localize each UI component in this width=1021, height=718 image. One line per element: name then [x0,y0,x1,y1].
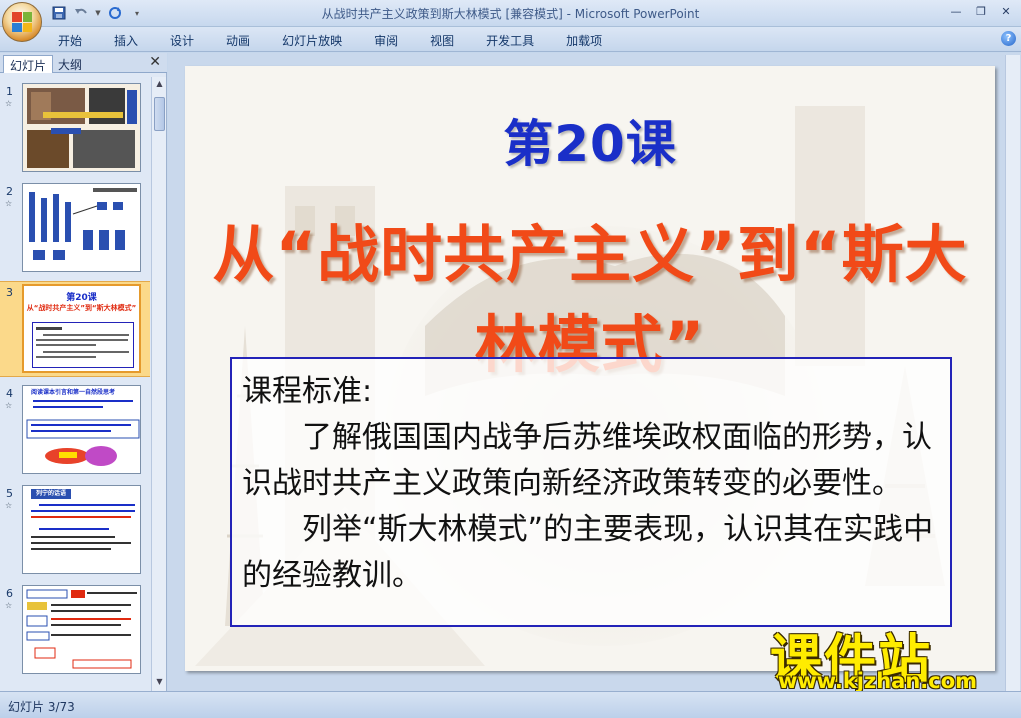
minimize-icon[interactable]: — [945,2,967,20]
slide-thumbnail-4[interactable]: 阅读课本引言和第一自然段思考 [22,385,141,474]
thumbnail-row[interactable]: 5 ☆ 列宁的话语 [0,483,150,579]
lesson-number[interactable]: 第20课 [185,104,995,176]
tab-developer[interactable]: 开发工具 [486,30,544,51]
thumbnail-row-selected[interactable]: 3 第20课 从“战时共产主义”到“斯大林模式” [0,281,150,377]
ribbon-tab-bar: 开始 插入 设计 动画 幻灯片放映 审阅 视图 开发工具 加载项 ? [0,27,1021,52]
thumbnail-row[interactable]: 2 ☆ [0,181,150,277]
standard-paragraph-1: 了解俄国国内战争后苏维埃政权面临的形势，认识战时共产主义政策向新经济政策转变的必… [242,420,932,501]
slide-number: 6 [6,587,13,600]
close-icon[interactable]: ✕ [995,2,1017,20]
slide-thumbnail-3[interactable]: 第20课 从“战时共产主义”到“斯大林模式” [22,284,141,373]
slides-panel: 幻灯片 大纲 ✕ 1 ☆ 2 ☆ 3 第20课 从“战时共产主义”到“斯大林模式… [0,53,167,691]
standard-heading: 课程标准: [242,374,373,409]
restore-icon[interactable]: ❐ [970,2,992,20]
slide-thumbnail-1[interactable] [22,83,141,172]
slide-editing-area: 第20课 从“战时共产主义”到“斯大林模式” 课程标准: 了解俄国国内战争后苏维… [168,53,1021,691]
tab-design[interactable]: 设计 [170,30,204,51]
tab-view[interactable]: 视图 [430,30,464,51]
scroll-up-icon[interactable]: ▲ [154,79,165,91]
slide-number: 1 [6,85,13,98]
tab-outline[interactable]: 大纲 [52,55,88,73]
animation-star-icon: ☆ [5,199,13,208]
status-bar: 幻灯片 3/73 [0,691,1021,718]
slide-number: 2 [6,185,13,198]
animation-star-icon: ☆ [5,601,13,610]
window-title: 从战时共产主义政策到斯大林模式 [兼容模式] - Microsoft Power… [321,7,700,21]
thumbnail-scrollbar[interactable]: ▲ ▼ [151,77,166,691]
animation-star-icon: ☆ [5,501,13,510]
tab-review[interactable]: 审阅 [374,30,408,51]
window-controls: — ❐ ✕ [945,2,1017,20]
curriculum-standard-box[interactable]: 课程标准: 了解俄国国内战争后苏维埃政权面临的形势，认识战时共产主义政策向新经济… [230,357,952,627]
tab-addins[interactable]: 加载项 [566,30,612,51]
office-logo-icon [12,12,32,32]
thumb-text-box [32,322,134,368]
scroll-down-icon[interactable]: ▼ [154,677,165,689]
thumb-lesson-title: 从“战时共产主义”到“斯大林模式” [26,304,137,312]
ribbon-tabs: 开始 插入 设计 动画 幻灯片放映 审阅 视图 开发工具 加载项 [58,30,634,51]
slide-indicator: 幻灯片 3/73 [8,700,75,714]
slide-number: 3 [6,286,13,299]
office-button[interactable] [2,2,42,42]
tab-slideshow[interactable]: 幻灯片放映 [282,30,352,51]
help-icon[interactable]: ? [1001,31,1016,46]
thumbnail-row[interactable]: 1 ☆ [0,81,150,177]
watermark-url: www.kjzhan.com [778,669,978,693]
slide-number: 5 [6,487,13,500]
slide-thumbnail-5[interactable]: 列宁的话语 [22,485,141,574]
scrollbar-thumb[interactable] [154,97,165,131]
thumb-lesson-number: 第20课 [66,293,97,303]
slide-number: 4 [6,387,13,400]
current-slide[interactable]: 第20课 从“战时共产主义”到“斯大林模式” 课程标准: 了解俄国国内战争后苏维… [185,66,995,671]
tab-animations[interactable]: 动画 [226,30,260,51]
animation-star-icon: ☆ [5,99,13,108]
editor-scrollbar[interactable] [1005,55,1020,691]
tab-insert[interactable]: 插入 [114,30,148,51]
tab-home[interactable]: 开始 [58,30,92,51]
thumbnail-row[interactable]: 6 ☆ [0,583,150,679]
panel-tabs: 幻灯片 大纲 ✕ [0,53,167,73]
panel-close-icon[interactable]: ✕ [149,54,161,70]
animation-star-icon: ☆ [5,401,13,410]
slide-thumbnail-6[interactable] [22,585,141,674]
slide-thumbnail-2[interactable] [22,183,141,272]
title-bar: ▼ ▾ 从战时共产主义政策到斯大林模式 [兼容模式] - Microsoft P… [0,0,1021,42]
thumbnail-list: 1 ☆ 2 ☆ 3 第20课 从“战时共产主义”到“斯大林模式” 4 ☆ 阅读课… [0,77,150,691]
standard-paragraph-2: 列举“斯大林模式”的主要表现，认识其在实践中的经验教训。 [242,512,934,593]
site-watermark: 课件站 www.kjzhan.com [770,617,1010,695]
tab-slides[interactable]: 幻灯片 [3,55,54,73]
thumbnail-row[interactable]: 4 ☆ 阅读课本引言和第一自然段思考 [0,383,150,479]
